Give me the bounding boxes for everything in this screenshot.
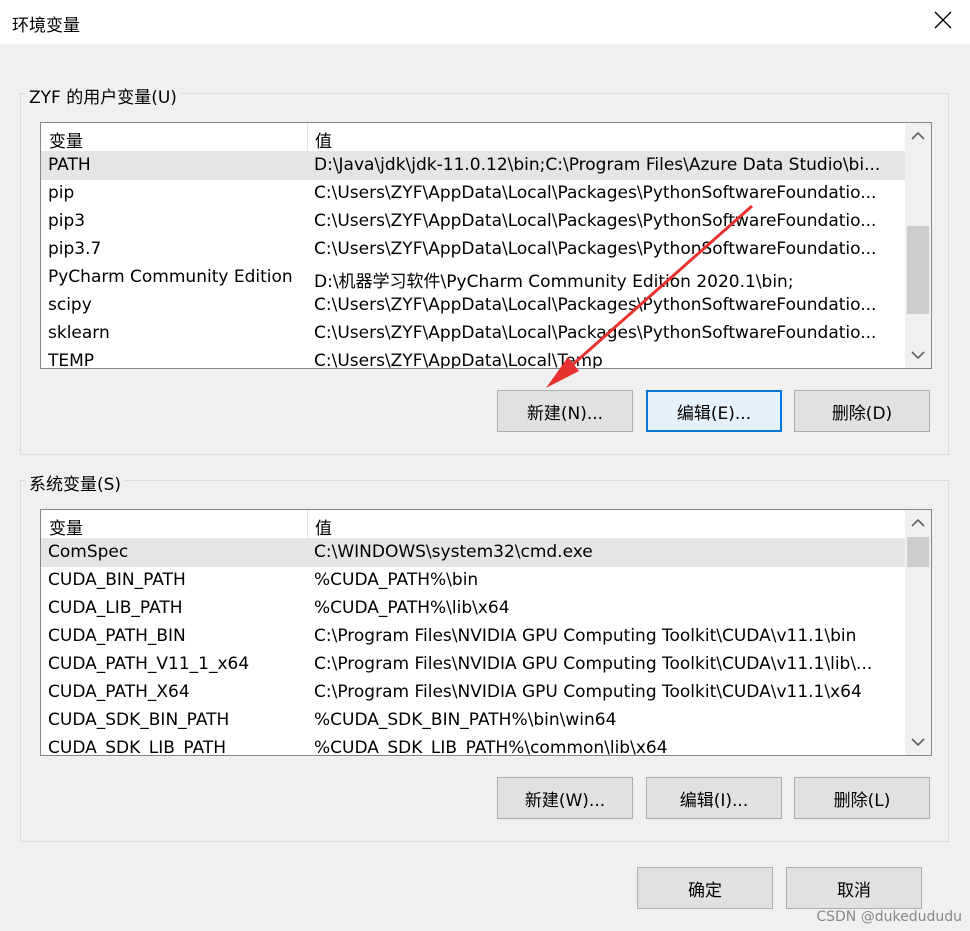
system-variables-list[interactable]: 变量 值 ComSpec C:\WINDOWS\system32\cmd.exe …: [40, 509, 932, 756]
scroll-thumb[interactable]: [907, 226, 929, 314]
row-variable: pip: [48, 183, 75, 203]
row-variable: CUDA_BIN_PATH: [48, 570, 186, 590]
row-variable: sklearn: [48, 323, 110, 343]
system-new-button[interactable]: 新建(W)...: [497, 777, 633, 819]
system-delete-button[interactable]: 删除(L): [794, 777, 930, 819]
list-header: 变量 值: [41, 123, 931, 152]
scroll-thumb[interactable]: [907, 537, 929, 567]
chevron-down-icon: [911, 345, 925, 365]
watermark: CSDN @dukedududu: [816, 909, 962, 925]
chevron-down-icon: [911, 732, 925, 752]
table-row[interactable]: sklearn C:\Users\ZYF\AppData\Local\Packag…: [41, 320, 906, 348]
row-value: %CUDA_SDK_BIN_PATH%\bin\win64: [314, 710, 617, 730]
list-rows: ComSpec C:\WINDOWS\system32\cmd.exe CUDA_…: [41, 539, 906, 756]
column-header-value[interactable]: 值: [315, 514, 332, 539]
table-row[interactable]: PATH D:\Java\jdk\jdk-11.0.12\bin;C:\Progr…: [41, 152, 906, 180]
row-variable: CUDA_SDK_BIN_PATH: [48, 710, 230, 730]
row-value: %CUDA_PATH%\bin: [314, 570, 479, 590]
row-variable: CUDA_PATH_X64: [48, 682, 190, 702]
row-value: C:\Users\ZYF\AppData\Local\Packages\Pyth…: [314, 239, 877, 259]
row-variable: CUDA_LIB_PATH: [48, 598, 183, 618]
row-variable: ComSpec: [48, 542, 129, 562]
table-row[interactable]: pip3.7 C:\Users\ZYF\AppData\Local\Package…: [41, 236, 906, 264]
row-value: D:\机器学习软件\PyCharm Community Edition 2020…: [314, 272, 794, 292]
table-row[interactable]: pip3 C:\Users\ZYF\AppData\Local\Packages\…: [41, 208, 906, 236]
column-header-variable[interactable]: 变量: [49, 514, 83, 539]
system-variables-label: 系统变量(S): [25, 470, 126, 495]
list-rows: PATH D:\Java\jdk\jdk-11.0.12\bin;C:\Progr…: [41, 152, 906, 369]
row-variable: CUDA_PATH_V11_1_x64: [48, 654, 250, 674]
scroll-down-button[interactable]: [905, 729, 931, 755]
user-new-button[interactable]: 新建(N)...: [497, 390, 633, 432]
row-variable: CUDA_SDK_LIB_PATH: [48, 738, 227, 756]
list-header: 变量 值: [41, 510, 931, 539]
user-edit-button[interactable]: 编辑(E)...: [646, 390, 782, 432]
row-value: C:\Users\ZYF\AppData\Local\Packages\Pyth…: [314, 183, 877, 203]
row-value: C:\Program Files\NVIDIA GPU Computing To…: [314, 682, 862, 702]
row-value: %CUDA_PATH%\lib\x64: [314, 598, 510, 618]
close-icon: [934, 11, 952, 34]
table-row[interactable]: CUDA_PATH_BIN C:\Program Files\NVIDIA GPU…: [41, 623, 906, 651]
table-row[interactable]: pip C:\Users\ZYF\AppData\Local\Packages\P…: [41, 180, 906, 208]
vertical-scrollbar[interactable]: [905, 510, 931, 755]
table-row[interactable]: CUDA_PATH_V11_1_x64 C:\Program Files\NVID…: [41, 651, 906, 679]
chevron-up-icon: [911, 126, 925, 146]
row-value: C:\Program Files\NVIDIA GPU Computing To…: [314, 626, 857, 646]
user-delete-button[interactable]: 删除(D): [794, 390, 930, 432]
close-button[interactable]: [916, 0, 970, 44]
table-row[interactable]: TEMP C:\Users\ZYF\AppData\Local\Temp: [41, 348, 906, 369]
chevron-up-icon: [911, 513, 925, 533]
column-separator[interactable]: [307, 510, 308, 539]
table-row[interactable]: CUDA_SDK_LIB_PATH %CUDA_SDK_LIB_PATH%\com…: [41, 735, 906, 756]
row-value: C:\Users\ZYF\AppData\Local\Packages\Pyth…: [314, 211, 877, 231]
user-variables-list[interactable]: 变量 值 PATH D:\Java\jdk\jdk-11.0.12\bin;C:\…: [40, 122, 932, 369]
row-variable: CUDA_PATH_BIN: [48, 626, 186, 646]
scroll-up-button[interactable]: [905, 510, 931, 536]
row-variable: TEMP: [48, 351, 95, 369]
window-title: 环境变量: [12, 16, 80, 36]
vertical-scrollbar[interactable]: [905, 123, 931, 368]
row-value: C:\Users\ZYF\AppData\Local\Temp: [314, 351, 603, 369]
table-row[interactable]: CUDA_SDK_BIN_PATH %CUDA_SDK_BIN_PATH%\bin…: [41, 707, 906, 735]
row-variable: pip3: [48, 211, 86, 231]
scroll-down-button[interactable]: [905, 342, 931, 368]
row-value: C:\Users\ZYF\AppData\Local\Packages\Pyth…: [314, 295, 877, 315]
column-header-value[interactable]: 值: [315, 127, 332, 152]
table-row[interactable]: ComSpec C:\WINDOWS\system32\cmd.exe: [41, 539, 906, 567]
table-row[interactable]: scipy C:\Users\ZYF\AppData\Local\Packages…: [41, 292, 906, 320]
title-bar: 环境变量: [0, 0, 970, 44]
table-row[interactable]: CUDA_BIN_PATH %CUDA_PATH%\bin: [41, 567, 906, 595]
row-value: %CUDA_SDK_LIB_PATH%\common\lib\x64: [314, 738, 668, 756]
row-variable: PATH: [48, 155, 91, 175]
table-row[interactable]: PyCharm Community Edition D:\机器学习软件\PyCha…: [41, 264, 906, 292]
system-edit-button[interactable]: 编辑(I)...: [646, 777, 782, 819]
scroll-up-button[interactable]: [905, 123, 931, 149]
column-header-variable[interactable]: 变量: [49, 127, 83, 152]
row-variable: PyCharm Community Edition: [48, 267, 293, 287]
row-variable: scipy: [48, 295, 92, 315]
row-value: D:\Java\jdk\jdk-11.0.12\bin;C:\Program F…: [314, 155, 881, 175]
row-value: C:\Program Files\NVIDIA GPU Computing To…: [314, 654, 873, 674]
row-value: C:\Users\ZYF\AppData\Local\Packages\Pyth…: [314, 323, 877, 343]
table-row[interactable]: CUDA_PATH_X64 C:\Program Files\NVIDIA GPU…: [41, 679, 906, 707]
ok-button[interactable]: 确定: [637, 867, 773, 909]
table-row[interactable]: CUDA_LIB_PATH %CUDA_PATH%\lib\x64: [41, 595, 906, 623]
user-variables-label: ZYF 的用户变量(U): [25, 83, 181, 108]
cancel-button[interactable]: 取消: [786, 867, 922, 909]
row-value: C:\WINDOWS\system32\cmd.exe: [314, 542, 593, 562]
row-variable: pip3.7: [48, 239, 102, 259]
column-separator[interactable]: [307, 123, 308, 152]
